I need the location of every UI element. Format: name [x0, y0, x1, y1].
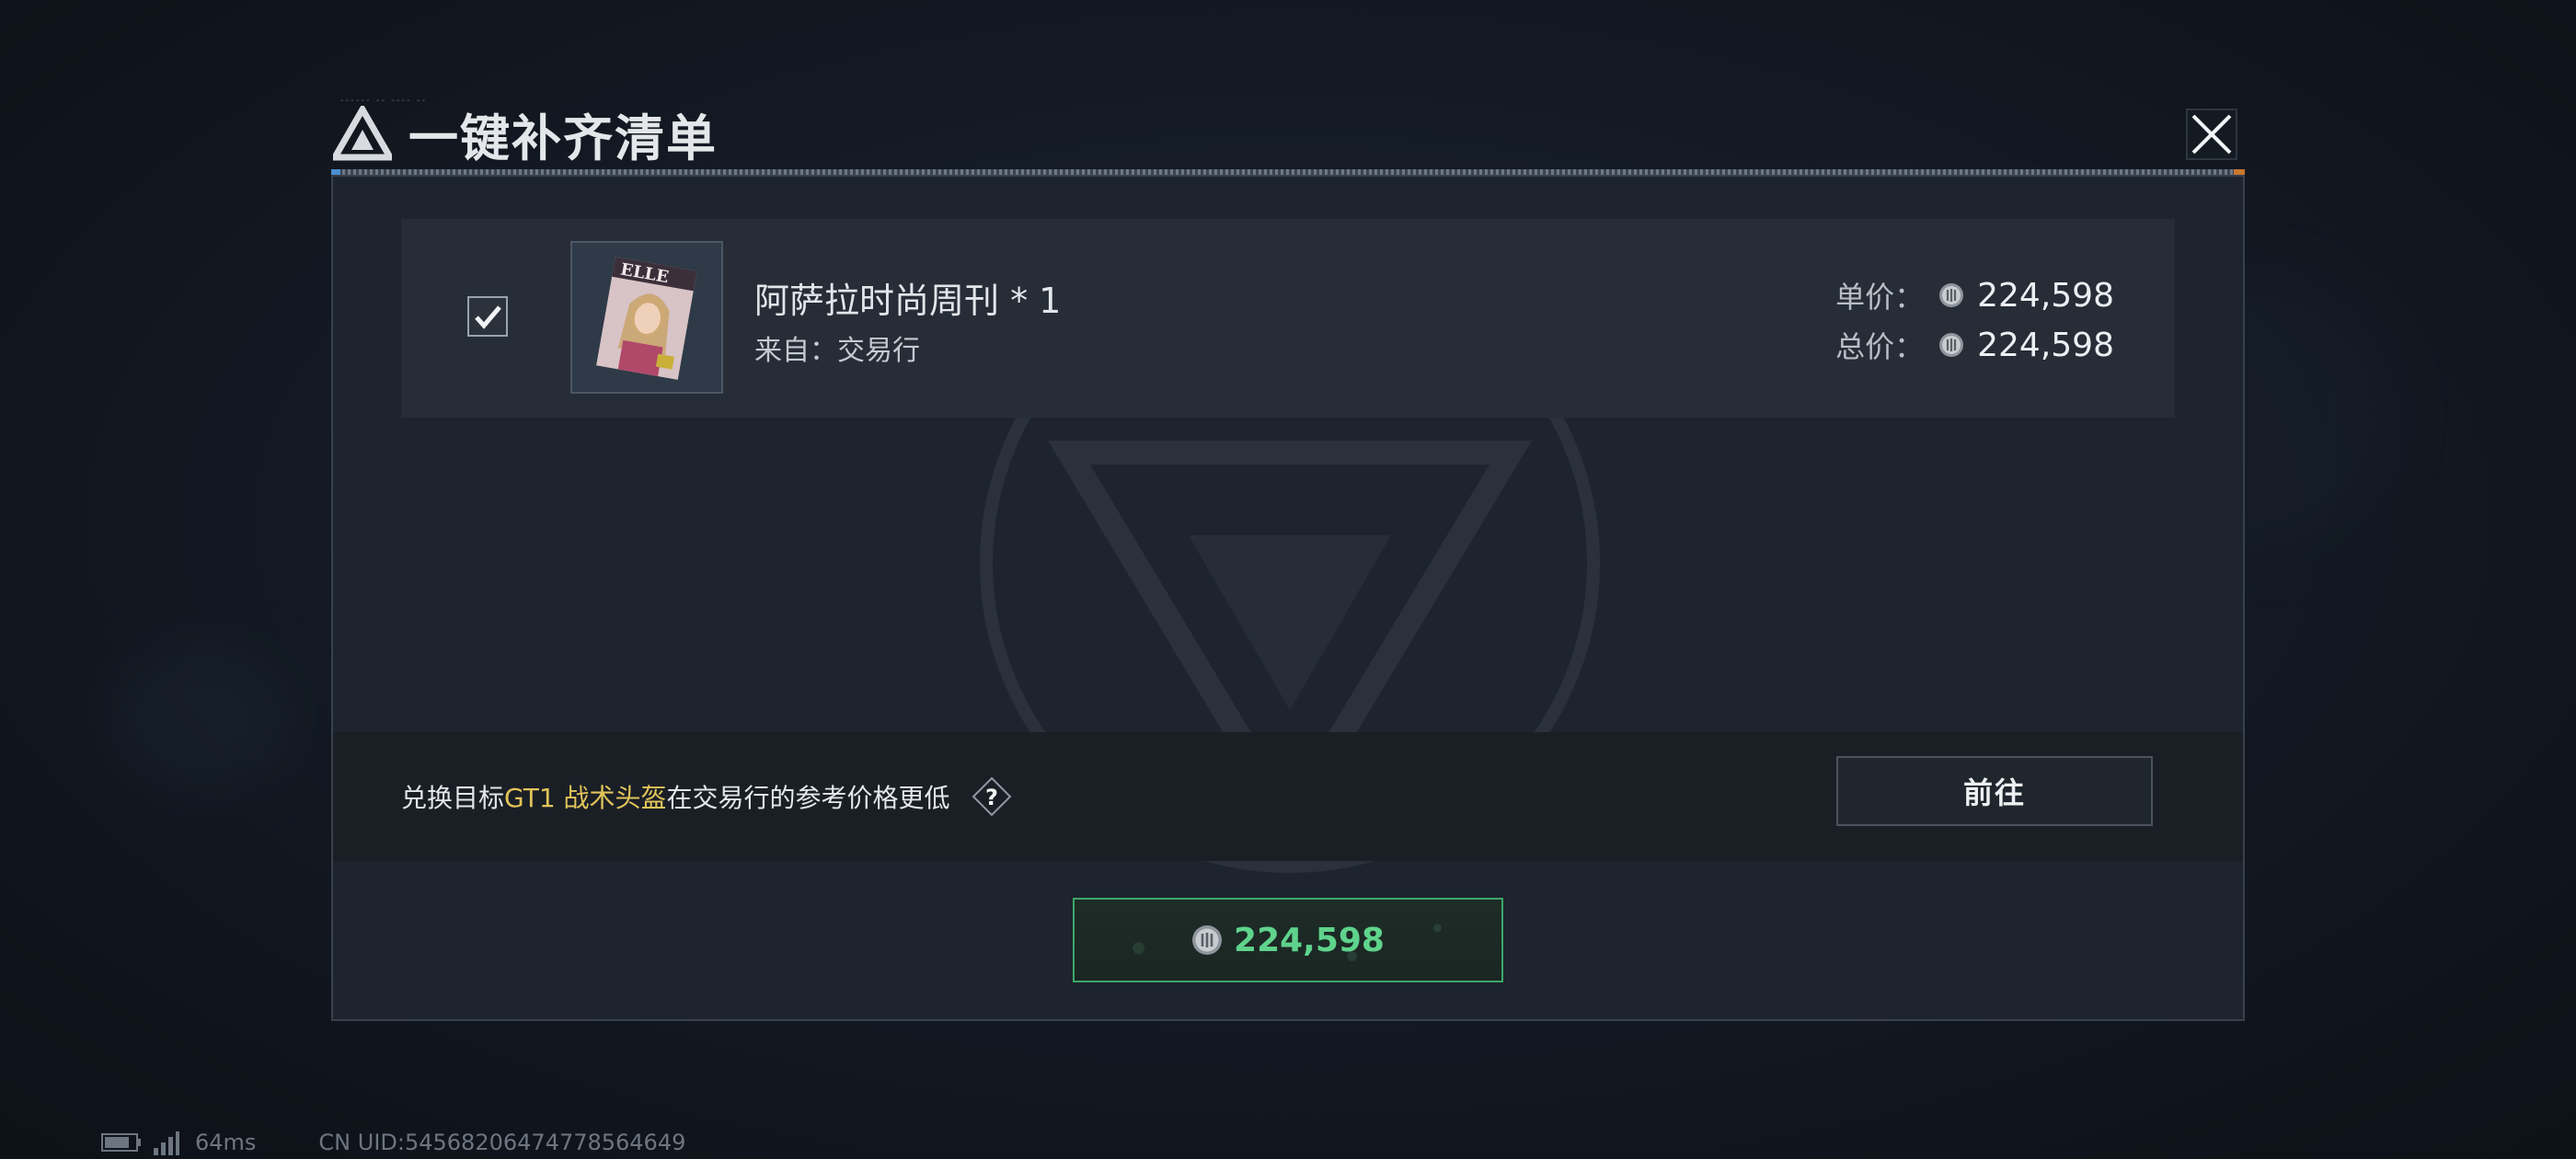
unit-price-value: 224,598 — [1977, 276, 2114, 315]
game-screen: ------ -- ---- -- 一键补齐清单 ELLE 阿萨拉时尚周刊 * … — [0, 0, 2576, 1159]
background-blur — [110, 644, 294, 791]
signal-icon — [154, 1131, 179, 1155]
purchase-amount: 224,598 — [1234, 921, 1385, 959]
goto-button[interactable]: 前往 — [1836, 756, 2153, 826]
total-price: 总价： 224,598 — [1835, 324, 2114, 366]
total-price-value: 224,598 — [1977, 326, 2114, 364]
close-button[interactable] — [2186, 109, 2237, 160]
dialog-header: 一键补齐清单 — [333, 101, 718, 167]
unit-price-label: 单价： — [1835, 280, 1925, 315]
help-button[interactable]: ? — [972, 776, 1012, 817]
exchange-hint-bar: 兑换目标GT1 战术头盔在交易行的参考价格更低 ? 前往 — [333, 732, 2243, 861]
item-checkbox[interactable] — [467, 296, 508, 337]
uid-text: CN UID:54568206474778564649 — [318, 1130, 686, 1155]
item-source: 来自：交易行 — [754, 335, 920, 367]
question-icon: ? — [972, 776, 1012, 817]
unit-price: 单价： 224,598 — [1835, 274, 2114, 316]
help-label: ? — [985, 785, 998, 810]
status-bar: 64ms CN UID:54568206474778564649 — [101, 1130, 685, 1155]
item-thumbnail[interactable]: ELLE — [570, 241, 723, 394]
checkmark-icon — [475, 305, 501, 329]
battery-icon — [101, 1133, 141, 1152]
hint-prefix: 兑换目标 — [401, 783, 505, 813]
exchange-target-name[interactable]: GT1 战术头盔 — [504, 783, 667, 813]
purchase-button[interactable]: 224,598 — [1073, 898, 1503, 982]
dialog-title: 一键补齐清单 — [408, 109, 718, 167]
exchange-hint-text: 兑换目标GT1 战术头盔在交易行的参考价格更低 — [401, 778, 950, 815]
total-price-label: 总价： — [1835, 329, 1925, 364]
coin-icon — [1192, 925, 1223, 955]
close-icon — [2191, 114, 2232, 155]
ping-text: 64ms — [195, 1130, 257, 1155]
coin-icon — [1939, 333, 1964, 357]
item-row: ELLE 阿萨拉时尚周刊 * 1 来自：交易行 单价： 224,598 总价： — [401, 219, 2175, 418]
delta-logo-icon — [333, 106, 392, 161]
magazine-cover-icon: ELLE — [572, 243, 721, 392]
hint-suffix: 在交易行的参考价格更低 — [666, 783, 950, 813]
item-name: 阿萨拉时尚周刊 * 1 — [754, 281, 1062, 321]
coin-icon — [1939, 283, 1964, 307]
